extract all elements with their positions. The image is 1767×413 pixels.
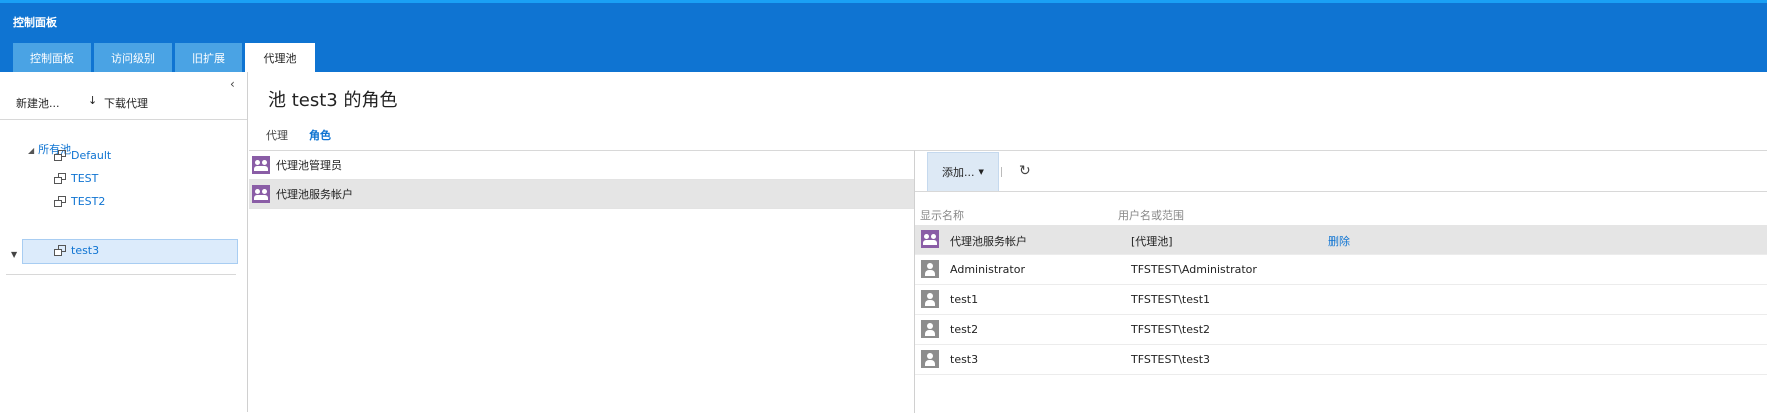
top-header: 控制面板 控制面板 访问级别 旧扩展 代理池 [0,0,1767,72]
pool-icon [54,150,66,161]
divider [915,191,1767,192]
subtab-agents[interactable]: 代理 [266,127,288,143]
add-member-label: 添加... [942,166,975,179]
role-item-pool-service-account[interactable]: 代理池服务帐户 [249,180,914,209]
user-icon [921,320,939,338]
member-name: test1 [950,293,979,306]
pool-icon [54,173,66,184]
download-agent-label: 下载代理 [104,97,148,110]
member-username: TFSTEST\Administrator [1131,263,1257,276]
tab-agent-pools[interactable]: 代理池 [245,43,315,72]
tree-item-label: TEST [71,171,99,185]
page-title: 池 test3 的角色 [268,90,398,111]
member-username: TFSTEST\test3 [1131,353,1211,366]
role-list: 代理池管理员 代理池服务帐户 [249,150,915,413]
column-header-username[interactable]: 用户名或范围 [1118,207,1184,223]
member-username: TFSTEST\test1 [1131,293,1211,306]
tree-item-default[interactable]: Default [54,145,111,165]
pool-icon [54,245,66,256]
add-member-button[interactable]: 添加... ▼ [927,152,999,192]
member-username: [代理池] [1131,235,1173,248]
expand-triangle-icon[interactable]: ▼ [11,250,17,259]
tab-old-extensions[interactable]: 旧扩展 [175,43,242,72]
tree-item-test3[interactable]: test3 [54,240,99,260]
table-row[interactable]: test2 TFSTEST\test2 [915,315,1767,345]
group-icon [252,156,270,174]
user-icon [921,350,939,368]
refresh-icon[interactable]: ↻ [1019,163,1031,179]
download-icon [88,94,98,108]
tree-item-label: TEST2 [71,194,106,208]
tab-control-panel[interactable]: 控制面板 [13,43,91,72]
tree-item-test[interactable]: TEST [54,168,98,188]
toolbar-separator [1001,167,1002,177]
tree-item-label: Default [71,148,112,162]
tab-access-levels[interactable]: 访问级别 [94,43,172,72]
pool-icon [54,196,66,207]
user-icon [921,260,939,278]
member-name: test2 [950,323,979,336]
group-icon [252,185,270,203]
subtab-roles[interactable]: 角色 [309,127,331,143]
divider [0,119,247,120]
divider [6,274,236,275]
member-name: Administrator [950,263,1025,276]
download-agent-button[interactable]: 下载代理 [88,94,148,111]
column-header-display-name[interactable]: 显示名称 [920,207,964,223]
member-name: 代理池服务帐户 [950,235,1027,248]
table-row[interactable]: test1 TFSTEST\test1 [915,285,1767,315]
left-panel: ‹ 新建池... 下载代理 ◢所有池 Default TEST TEST2 ▼ … [0,72,248,412]
role-label: 代理池服务帐户 [276,188,353,201]
app-title: 控制面板 [13,16,57,29]
expanded-triangle-icon: ◢ [28,146,35,155]
remove-link[interactable]: 删除 [1328,233,1350,249]
members-panel: 添加... ▼ ↻ 显示名称 用户名或范围 代理池服务帐户 [代理池] 删除 Ad… [915,150,1767,413]
tree-item-label: test3 [71,243,100,257]
table-row[interactable]: Administrator TFSTEST\Administrator [915,255,1767,285]
role-item-pool-admin[interactable]: 代理池管理员 [249,151,914,180]
group-icon [921,230,939,248]
member-username: TFSTEST\test2 [1131,323,1211,336]
tree-item-test2[interactable]: TEST2 [54,191,105,211]
member-name: test3 [950,353,979,366]
role-label: 代理池管理员 [276,159,342,172]
user-icon [921,290,939,308]
new-pool-button[interactable]: 新建池... [16,95,60,111]
table-row[interactable]: 代理池服务帐户 [代理池] 删除 [915,225,1767,255]
chevron-left-icon[interactable]: ‹ [230,77,235,91]
dropdown-caret-icon: ▼ [978,168,984,176]
table-row[interactable]: test3 TFSTEST\test3 [915,345,1767,375]
